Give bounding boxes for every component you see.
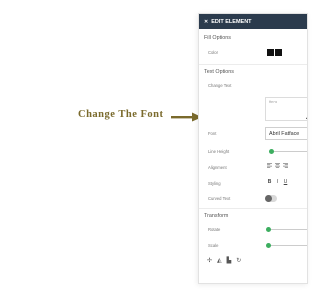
rotate-slider-thumb[interactable] <box>265 227 271 232</box>
line-height-slider-thumb[interactable] <box>269 149 274 154</box>
rotate-label: Rotate <box>208 227 221 232</box>
styling-label: Styling <box>208 181 221 186</box>
layer-icon[interactable]: ▙ <box>227 257 232 264</box>
toggle-knob <box>265 195 272 202</box>
rotate-icon[interactable]: ↻ <box>236 257 241 264</box>
callout-label: Change The Font <box>78 109 164 120</box>
align-center-icon[interactable] <box>275 163 280 168</box>
italic-button[interactable]: I <box>275 179 280 185</box>
section-divider <box>199 64 307 65</box>
edit-icon[interactable]: ✕ <box>204 19 208 25</box>
transform-title: Transform <box>204 213 229 219</box>
scale-slider[interactable] <box>268 245 307 246</box>
fill-options-title: Fill Options <box>204 35 231 41</box>
move-icon[interactable]: ✢ <box>207 257 212 264</box>
curved-text-toggle[interactable] <box>265 195 277 202</box>
font-select-value: Abril Fatface <box>269 130 300 137</box>
tool-row: ✢ ◭ ▙ ↻ <box>207 257 241 264</box>
edit-element-panel: ✕ EDIT ELEMENT Fill Options Color Text O… <box>198 13 308 284</box>
rotate-slider[interactable] <box>268 229 307 230</box>
align-left-icon[interactable] <box>267 163 272 168</box>
alignment-group <box>267 163 288 168</box>
scale-label: Scale <box>208 243 219 248</box>
panel-title: EDIT ELEMENT <box>211 18 252 25</box>
curved-text-label: Curved Text <box>208 196 231 201</box>
change-text-input[interactable]: Hero <box>265 97 307 121</box>
underline-button[interactable]: U <box>283 179 288 185</box>
align-right-icon[interactable] <box>283 163 288 168</box>
change-text-label: Change Text <box>208 83 232 88</box>
section-divider <box>199 208 307 209</box>
color-label: Color <box>208 50 219 55</box>
panel-header: ✕ EDIT ELEMENT <box>199 14 307 29</box>
font-select[interactable]: Abril Fatface <box>265 127 307 140</box>
font-label: Font <box>208 131 217 136</box>
color-swatch-primary[interactable] <box>267 49 274 56</box>
flip-icon[interactable]: ◭ <box>217 257 222 264</box>
text-options-title: Text Options <box>204 69 234 75</box>
styling-group: B I U <box>267 179 288 185</box>
alignment-label: Alignment <box>208 165 227 170</box>
line-height-label: Line Height <box>208 149 230 154</box>
line-height-slider[interactable] <box>269 151 307 152</box>
bold-button[interactable]: B <box>267 179 272 185</box>
color-swatch-secondary[interactable] <box>275 49 282 56</box>
scale-slider-thumb[interactable] <box>265 243 271 248</box>
